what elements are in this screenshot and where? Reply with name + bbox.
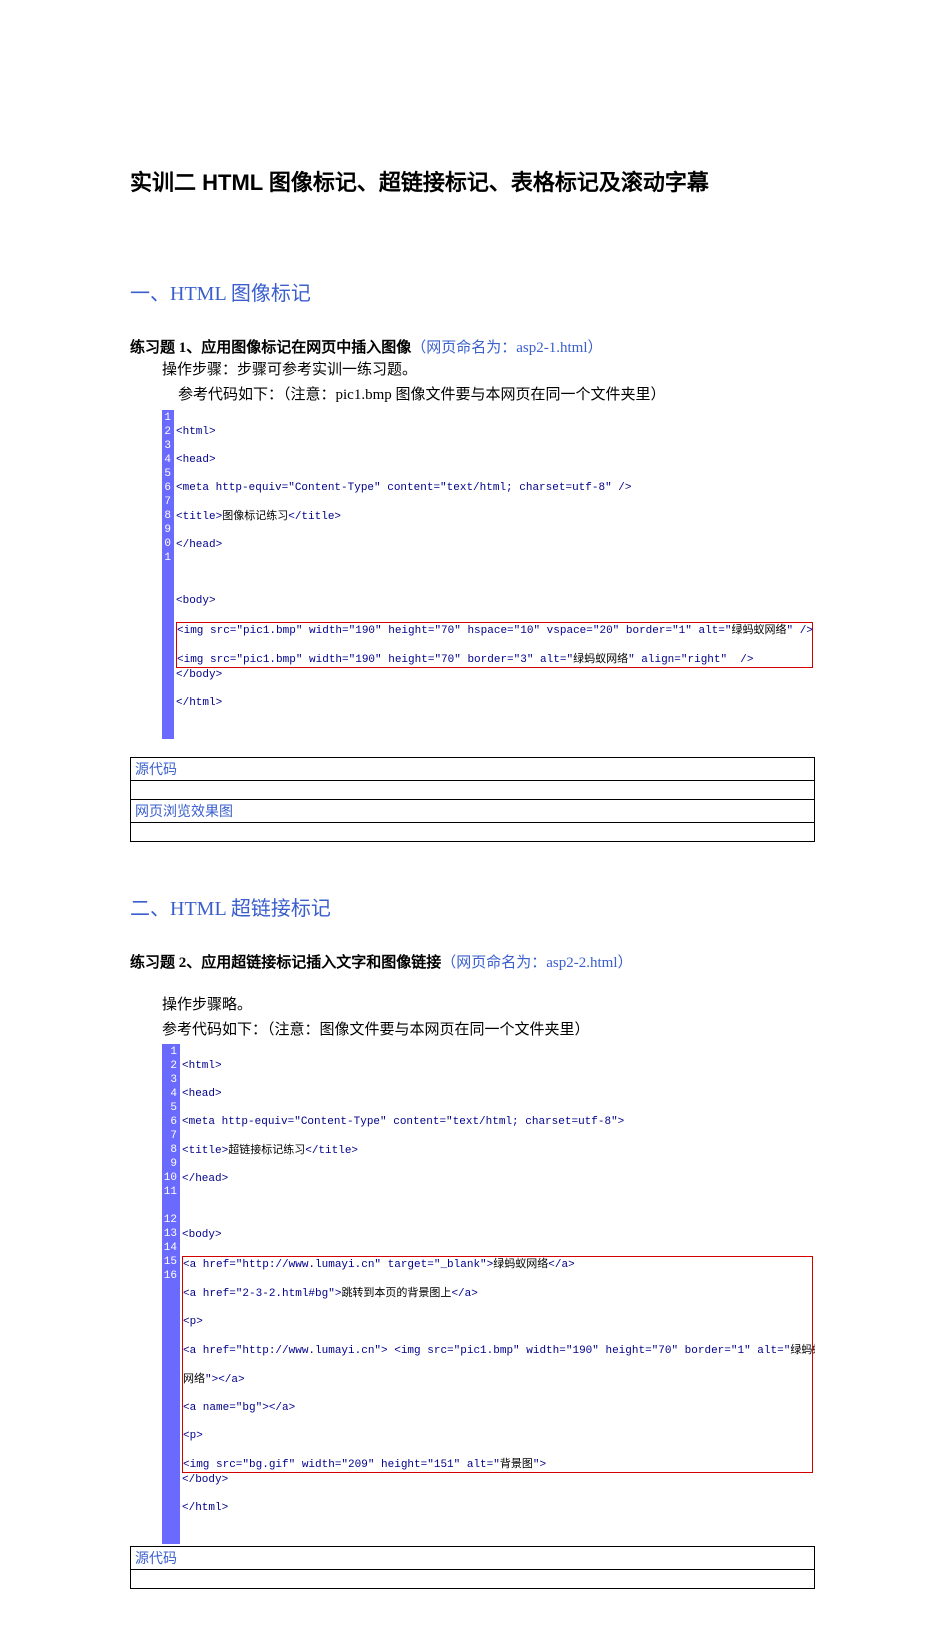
document-page: 实训二 HTML 图像标记、超链接标记、表格标记及滚动字幕 一、HTML 图像标… [0,0,945,1649]
exercise-1-ref: 参考代码如下：（注意：pic1.bmp 图像文件要与本网页在同一个文件夹里） [178,384,815,407]
spacer-2 [130,972,815,992]
table-1-row-blank-1 [131,780,815,799]
table-1-row-source: 源代码 [131,757,815,780]
table-2-row-blank [131,1570,815,1589]
result-table-1: 源代码 网页浏览效果图 [130,757,815,842]
exercise-1-prefix: 练习题 1、应用图像标记在网页中插入图像 [130,340,411,356]
exercise-2-prefix: 练习题 2、应用超链接标记插入文字和图像链接 [130,955,441,971]
table-1-row-preview: 网页浏览效果图 [131,799,815,822]
code-1-content: <html> <head> <meta http-equiv="Content-… [174,410,815,739]
exercise-1-filename: （网页命名为：asp2-1.html） [411,340,602,356]
exercise-2-ref: 参考代码如下：（注意：图像文件要与本网页在同一个文件夹里） [162,1019,815,1042]
code-block-2: 1 2 3 4 5 6 7 8 9 10 11 12 13 14 15 16 <… [162,1044,815,1544]
spacer [130,842,815,882]
code-1-gutter: 1 2 3 4 5 6 7 8 9 0 1 [162,410,174,739]
main-title: 实训二 HTML 图像标记、超链接标记、表格标记及滚动字幕 [130,165,815,197]
exercise-1-steps: 操作步骤：步骤可参考实训一练习题。 [162,359,815,382]
table-1-row-blank-2 [131,822,815,841]
code-2-gutter: 1 2 3 4 5 6 7 8 9 10 11 12 13 14 15 16 [162,1044,180,1544]
exercise-2-title: 练习题 2、应用超链接标记插入文字和图像链接（网页命名为：asp2-2.html… [130,951,815,972]
code-2-content: <html> <head> <meta http-equiv="Content-… [180,1044,815,1544]
section-1-heading: 一、HTML 图像标记 [130,277,815,306]
exercise-1-title: 练习题 1、应用图像标记在网页中插入图像（网页命名为：asp2-1.html） [130,336,815,357]
table-2-row-source: 源代码 [131,1547,815,1570]
code-1-highlight: <img src="pic1.bmp" width="190" height="… [176,622,813,668]
code-2-highlight: <a href="http://www.lumayi.cn" target="_… [182,1256,813,1473]
code-block-1: 1 2 3 4 5 6 7 8 9 0 1 <html> <head> <met… [162,410,815,739]
exercise-2-steps: 操作步骤略。 [162,994,815,1017]
section-2-heading: 二、HTML 超链接标记 [130,892,815,921]
exercise-2-filename: （网页命名为：asp2-2.html） [441,955,632,971]
result-table-2: 源代码 [130,1546,815,1589]
